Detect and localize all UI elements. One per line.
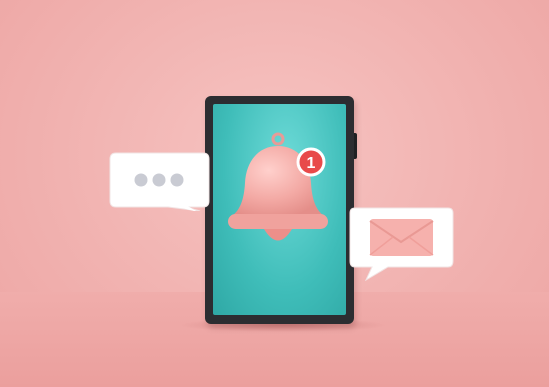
typing-dot xyxy=(170,173,184,187)
mail-bubble xyxy=(348,206,455,281)
typing-dot xyxy=(152,173,166,187)
badge-count: 1 xyxy=(307,155,316,172)
notification-bell-icon: 1 xyxy=(218,128,348,263)
envelope-icon xyxy=(369,219,434,256)
chat-bubble-icon xyxy=(108,151,211,211)
typing-dot xyxy=(134,173,148,187)
tablet-side-button xyxy=(354,133,357,159)
scene: 1 xyxy=(0,0,549,387)
